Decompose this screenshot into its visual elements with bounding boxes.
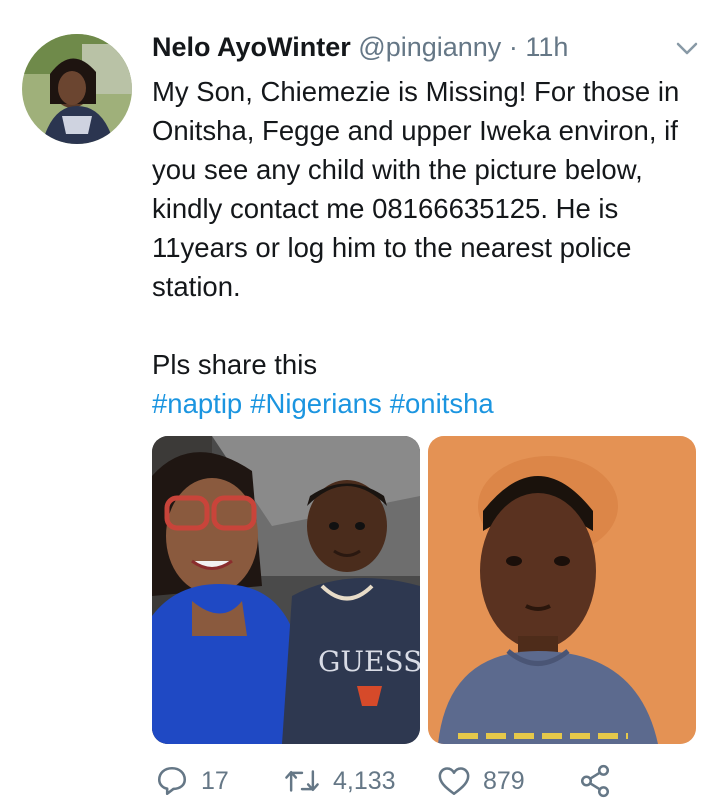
like-button[interactable]: 879 xyxy=(437,758,525,804)
retweet-count: 4,133 xyxy=(333,766,396,795)
hashtag-link[interactable]: #naptip xyxy=(152,388,242,419)
chevron-down-icon[interactable] xyxy=(672,34,702,64)
tweet-header: Nelo AyoWinter @pingianny · 11h xyxy=(152,30,568,64)
retweet-button[interactable]: 4,133 xyxy=(283,758,396,804)
avatar-image xyxy=(22,34,132,144)
tweet-actions: 17 4,133 879 xyxy=(155,758,675,804)
share-icon xyxy=(580,764,610,798)
author-avatar[interactable] xyxy=(22,34,132,144)
share-button[interactable] xyxy=(579,758,611,804)
media-photo-portrait[interactable] xyxy=(428,436,696,744)
reply-icon xyxy=(157,766,187,796)
tweet-text-paragraph: My Son, Chiemezie is Missing! For those … xyxy=(152,76,680,302)
retweet-icon xyxy=(285,770,319,792)
like-count: 879 xyxy=(483,766,525,795)
heart-icon xyxy=(438,767,470,796)
reply-count: 17 xyxy=(201,766,229,795)
header-separator: · xyxy=(508,32,518,62)
tweet-media: GUESS xyxy=(152,436,696,744)
tweet-text-paragraph: Pls share this xyxy=(152,349,318,380)
tweet-body: My Son, Chiemezie is Missing! For those … xyxy=(152,72,707,423)
author-handle[interactable]: @pingianny xyxy=(358,32,501,62)
hashtag-list: #naptip #Nigerians #onitsha xyxy=(152,384,707,423)
tweet-timestamp[interactable]: 11h xyxy=(525,32,568,62)
reply-button[interactable]: 17 xyxy=(155,758,229,804)
shirt-text: GUESS xyxy=(318,645,420,678)
author-name[interactable]: Nelo AyoWinter xyxy=(152,32,351,62)
media-photo-selfie[interactable]: GUESS xyxy=(152,436,420,744)
hashtag-link[interactable]: #onitsha xyxy=(390,388,494,419)
hashtag-link[interactable]: #Nigerians xyxy=(250,388,381,419)
